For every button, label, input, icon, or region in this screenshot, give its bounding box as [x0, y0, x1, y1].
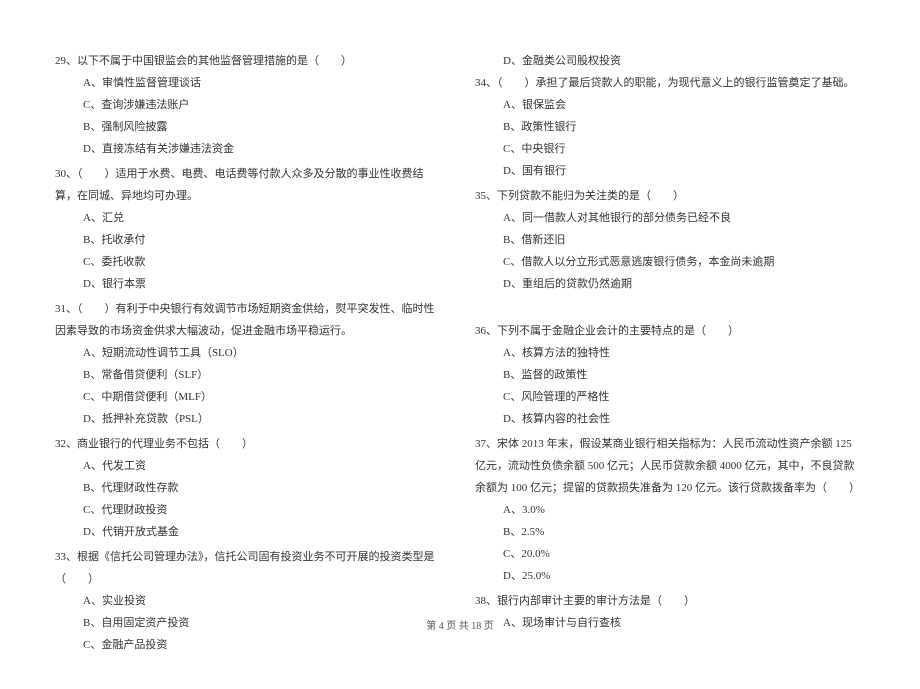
- right-column: D、金融类公司股权投资 34、（ ）承担了最后贷款人的职能，为现代意义上的银行监…: [475, 50, 865, 659]
- option-c: C、风险管理的严格性: [475, 386, 865, 408]
- option-d: D、25.0%: [475, 565, 865, 587]
- question-stem: 29、以下不属于中国银监会的其他监督管理措施的是（ ）: [55, 50, 445, 72]
- option-b: B、托收承付: [55, 229, 445, 251]
- question-36: 36、下列不属于金融企业会计的主要特点的是（ ） A、核算方法的独特性 B、监督…: [475, 320, 865, 430]
- option-a: A、核算方法的独特性: [475, 342, 865, 364]
- question-stem: 35、下列贷款不能归为关注类的是（ ）: [475, 185, 865, 207]
- option-a: A、3.0%: [475, 499, 865, 521]
- option-c: C、20.0%: [475, 543, 865, 565]
- question-stem: 38、银行内部审计主要的审计方法是（ ）: [475, 590, 865, 612]
- question-stem: 37、宋体 2013 年末，假设某商业银行相关指标为：人民币流动性资产余额 12…: [475, 433, 865, 499]
- question-stem: 31、（ ）有利于中央银行有效调节市场短期资金供给，熨平突发性、临时性因素导致的…: [55, 298, 445, 342]
- option-a: A、汇兑: [55, 207, 445, 229]
- option-c: C、中央银行: [475, 138, 865, 160]
- left-column: 29、以下不属于中国银监会的其他监督管理措施的是（ ） A、审慎性监督管理谈话 …: [55, 50, 445, 659]
- option-a: A、银保监会: [475, 94, 865, 116]
- option-c: C、代理财政投资: [55, 499, 445, 521]
- exam-page: 29、以下不属于中国银监会的其他监督管理措施的是（ ） A、审慎性监督管理谈话 …: [0, 0, 920, 689]
- option-b: B、常备借贷便利（SLF）: [55, 364, 445, 386]
- option-d: D、金融类公司股权投资: [475, 50, 865, 72]
- blank-line: [475, 298, 865, 320]
- question-stem: 33、根据《信托公司管理办法》，信托公司固有投资业务不可开展的投资类型是（ ）: [55, 546, 445, 590]
- question-30: 30、（ ）适用于水费、电费、电话费等付款人众多及分散的事业性收费结算，在同城、…: [55, 163, 445, 295]
- question-stem: 32、商业银行的代理业务不包括（ ）: [55, 433, 445, 455]
- question-33: 33、根据《信托公司管理办法》，信托公司固有投资业务不可开展的投资类型是（ ） …: [55, 546, 445, 656]
- option-b: B、2.5%: [475, 521, 865, 543]
- question-32: 32、商业银行的代理业务不包括（ ） A、代发工资 B、代理财政性存款 C、代理…: [55, 433, 445, 543]
- question-35: 35、下列贷款不能归为关注类的是（ ） A、同一借款人对其他银行的部分债务已经不…: [475, 185, 865, 295]
- option-c: C、金融产品投资: [55, 634, 445, 656]
- option-b: B、强制风险披露: [55, 116, 445, 138]
- option-a: A、审慎性监督管理谈话: [55, 72, 445, 94]
- question-34: 34、（ ）承担了最后贷款人的职能，为现代意义上的银行监管奠定了基础。 A、银保…: [475, 72, 865, 182]
- page-footer: 第 4 页 共 18 页: [0, 617, 920, 632]
- option-b: B、借新还旧: [475, 229, 865, 251]
- question-31: 31、（ ）有利于中央银行有效调节市场短期资金供给，熨平突发性、临时性因素导致的…: [55, 298, 445, 430]
- option-b: B、监督的政策性: [475, 364, 865, 386]
- option-b: B、代理财政性存款: [55, 477, 445, 499]
- option-b: B、政策性银行: [475, 116, 865, 138]
- question-37: 37、宋体 2013 年末，假设某商业银行相关指标为：人民币流动性资产余额 12…: [475, 433, 865, 587]
- option-a: A、实业投资: [55, 590, 445, 612]
- option-c: C、委托收款: [55, 251, 445, 273]
- option-d: D、国有银行: [475, 160, 865, 182]
- option-a: A、代发工资: [55, 455, 445, 477]
- question-stem: 36、下列不属于金融企业会计的主要特点的是（ ）: [475, 320, 865, 342]
- question-stem: 30、（ ）适用于水费、电费、电话费等付款人众多及分散的事业性收费结算，在同城、…: [55, 163, 445, 207]
- option-a: A、短期流动性调节工具（SLO）: [55, 342, 445, 364]
- option-d: D、代销开放式基金: [55, 521, 445, 543]
- question-29: 29、以下不属于中国银监会的其他监督管理措施的是（ ） A、审慎性监督管理谈话 …: [55, 50, 445, 160]
- option-c: C、中期借贷便利（MLF）: [55, 386, 445, 408]
- option-a: A、同一借款人对其他银行的部分债务已经不良: [475, 207, 865, 229]
- question-stem: 34、（ ）承担了最后贷款人的职能，为现代意义上的银行监管奠定了基础。: [475, 72, 865, 94]
- option-d: D、银行本票: [55, 273, 445, 295]
- option-d: D、抵押补充贷款（PSL）: [55, 408, 445, 430]
- option-d: D、核算内容的社会性: [475, 408, 865, 430]
- option-d: D、重组后的贷款仍然逾期: [475, 273, 865, 295]
- option-c: C、借款人以分立形式恶意逃废银行债务，本金尚未逾期: [475, 251, 865, 273]
- option-d: D、直接冻结有关涉嫌违法资金: [55, 138, 445, 160]
- option-c: C、查询涉嫌违法账户: [55, 94, 445, 116]
